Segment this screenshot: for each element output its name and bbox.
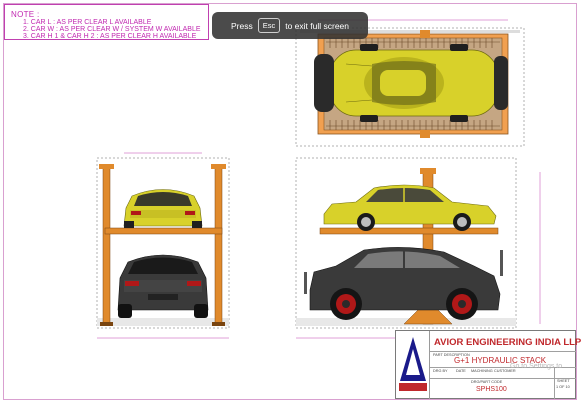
front-upper-platform <box>104 227 223 235</box>
drg-by-label: DRG BY <box>433 369 448 373</box>
date-label: DATE <box>456 369 466 373</box>
sheet-value: 1 OF 10 <box>556 385 570 389</box>
front-lower-car <box>117 254 209 318</box>
side-view <box>295 157 541 339</box>
avior-logo-icon <box>399 337 427 391</box>
front-post-base-left <box>100 322 113 326</box>
front-post-cap-right <box>211 164 226 169</box>
tb-divider-v <box>554 367 555 399</box>
side-post-cap <box>420 168 436 174</box>
side-wall-unit-right <box>500 250 503 276</box>
company-logo <box>396 331 430 399</box>
tb-divider-1 <box>430 351 576 352</box>
sheet-label: SHEET <box>557 379 570 383</box>
plan-car <box>314 44 508 122</box>
front-post-left <box>102 165 111 325</box>
company-name: AVIOR ENGINEERING INDIA LLP <box>434 337 581 348</box>
front-floor <box>97 318 229 326</box>
part-code: SPHS100 <box>476 386 507 393</box>
front-end-view <box>96 152 230 339</box>
toast-suffix-text: to exit full screen <box>285 20 350 31</box>
activation-watermark: Go to Settings to <box>510 363 563 370</box>
plan-post-bottom <box>420 130 430 138</box>
esc-key-hint[interactable]: Esc <box>257 18 281 33</box>
side-upper-car <box>323 184 497 231</box>
machining-label: MACHINING <box>471 369 493 373</box>
side-lower-car <box>309 247 501 320</box>
side-wall-unit-left <box>304 272 307 294</box>
toast-press-text: Press <box>230 20 253 31</box>
front-upper-car <box>123 189 203 228</box>
fullscreen-exit-toast: Press Esc to exit full screen <box>212 12 368 39</box>
plan-post-top <box>420 30 430 38</box>
front-post-right <box>214 165 223 325</box>
drg-part-code-label: DRG/PART CODE <box>471 380 503 384</box>
front-post-base-right <box>212 322 225 326</box>
side-upper-platform <box>319 227 499 235</box>
front-post-cap-left <box>99 164 114 169</box>
